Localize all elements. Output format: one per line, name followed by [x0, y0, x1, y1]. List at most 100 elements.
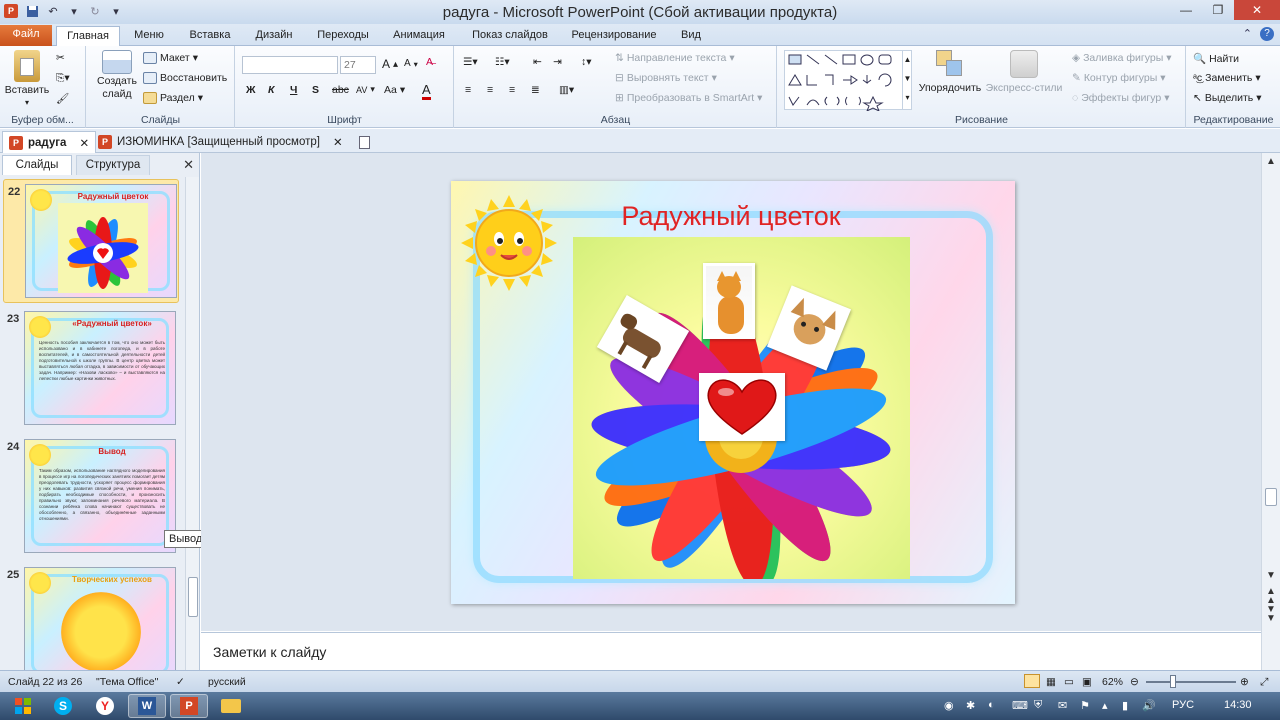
tab-insert[interactable]: Вставка — [182, 26, 238, 46]
slide-thumbnail-23[interactable]: 23 «Радужный цветок» Ценность пособия за… — [3, 307, 179, 431]
sun-image[interactable] — [459, 193, 559, 293]
close-icon[interactable]: ✕ — [1234, 0, 1280, 20]
slide-thumbnail-22[interactable]: 22 Радужный цветок — [3, 179, 179, 303]
italic-button[interactable]: К — [268, 84, 274, 96]
scroll-down-icon[interactable]: ▼ — [1266, 571, 1276, 581]
section-button[interactable]: Раздел ▾ — [143, 92, 203, 104]
align-right-icon[interactable]: ≡ — [509, 84, 515, 96]
zoom-slider[interactable] — [1146, 681, 1236, 683]
previous-slide-icon[interactable]: ▲ ▲ — [1266, 587, 1276, 606]
tab-outline[interactable]: Структура — [76, 155, 150, 175]
grow-font-button[interactable]: A ▴ — [382, 57, 398, 71]
help-icon[interactable]: ? — [1260, 27, 1274, 41]
antivirus-icon[interactable]: ⛨ — [1034, 699, 1042, 712]
shadow-s-button[interactable]: S — [312, 84, 319, 96]
language-indicator[interactable]: русский — [208, 676, 246, 688]
change-case-button[interactable]: Aa ▾ — [384, 84, 405, 96]
tab-design[interactable]: Дизайн — [246, 26, 302, 46]
strikethrough-button[interactable]: abc — [332, 84, 349, 96]
new-slide-button[interactable]: Создать слайд — [95, 50, 139, 100]
taskbar-powerpoint[interactable]: P — [170, 694, 208, 718]
bold-button[interactable]: Ж — [246, 84, 256, 96]
rainbow-flower-image[interactable] — [573, 237, 910, 587]
tab-slideshow[interactable]: Показ слайдов — [464, 26, 556, 46]
volume-icon[interactable]: 🔊 — [1142, 699, 1156, 712]
copy-icon[interactable]: ⎘▾ — [56, 72, 70, 85]
tab-animation[interactable]: Анимация — [386, 26, 452, 46]
start-button[interactable] — [4, 694, 42, 718]
arrange-button[interactable]: Упорядочить — [918, 50, 982, 94]
taskbar-skype[interactable]: S — [44, 694, 82, 718]
taskbar-word[interactable]: W — [128, 694, 166, 718]
slide-thumbnail-24[interactable]: 24 Вывод Таким образом, использование на… — [3, 435, 179, 559]
scroll-up-icon[interactable]: ▲ — [1266, 157, 1276, 167]
action-center-icon[interactable]: ⚑ — [1080, 699, 1090, 712]
shape-fill-button[interactable]: ◈ Заливка фигуры ▾ — [1072, 52, 1172, 64]
find-button[interactable]: 🔍 Найти — [1193, 52, 1239, 66]
char-spacing-button[interactable]: AV ▾ — [356, 84, 375, 95]
align-center-icon[interactable]: ≡ — [487, 84, 493, 96]
shape-effects-button[interactable]: ◌ Эффекты фигур ▾ — [1072, 92, 1170, 104]
tray-mail-icon[interactable]: ✉ — [1058, 699, 1067, 712]
reset-button[interactable]: Восстановить — [143, 72, 227, 84]
close-tab-icon[interactable]: ✕ — [333, 135, 343, 149]
select-button[interactable]: ↖ Выделить ▾ — [1193, 92, 1262, 104]
align-left-icon[interactable]: ≡ — [465, 84, 471, 96]
new-tab-button[interactable] — [352, 131, 376, 153]
cat-photo[interactable] — [703, 263, 755, 339]
slide-sorter-icon[interactable]: ▦ — [1046, 676, 1056, 688]
align-text-button[interactable]: ⊟ Выровнять текст ▾ — [615, 72, 717, 84]
notes-pane[interactable]: Заметки к слайду — [201, 632, 1261, 670]
reading-view-icon[interactable]: ▭ — [1064, 676, 1074, 688]
tray-keyboard-icon[interactable]: ⌨ — [1012, 699, 1028, 712]
layout-button[interactable]: Макет ▾ — [143, 52, 198, 64]
zoom-in-icon[interactable]: ⊕ — [1240, 676, 1249, 688]
replace-button[interactable]: ᵃ͜c Заменить ▾ — [1193, 72, 1261, 84]
increase-indent-icon[interactable]: ⇥ — [553, 56, 562, 68]
smartart-button[interactable]: ⊞ Преобразовать в SmartArt ▾ — [615, 92, 762, 104]
bullets-icon[interactable]: ☰▾ — [463, 56, 478, 68]
zoom-level[interactable]: 62% — [1102, 676, 1123, 688]
font-size-select[interactable]: 27 — [340, 56, 376, 74]
paste-button[interactable]: Вставить ▾ — [4, 50, 50, 107]
slide-scrollbar[interactable]: ▲ ▼ ▲ ▲ ▼ ▼ — [1261, 153, 1280, 670]
tab-menu[interactable]: Меню — [126, 26, 172, 46]
spellcheck-icon[interactable]: ✓ — [176, 676, 185, 688]
taskbar-explorer[interactable] — [212, 694, 250, 718]
cut-icon[interactable]: ✂ — [56, 52, 65, 64]
close-tab-icon[interactable]: ✕ — [79, 136, 89, 150]
clear-format-icon[interactable]: A̶ — [426, 56, 433, 68]
slides-panel-scrollbar[interactable] — [185, 177, 199, 670]
zoom-out-icon[interactable]: ⊖ — [1130, 676, 1139, 688]
decrease-indent-icon[interactable]: ⇤ — [533, 56, 542, 68]
tray-app-icon[interactable]: ◉ — [944, 699, 954, 712]
format-painter-icon[interactable]: 🖌 — [56, 92, 69, 105]
theme-name[interactable]: "Тема Office" — [96, 676, 158, 688]
shapes-scroll[interactable]: ▲ ▼ ▾ — [902, 50, 912, 110]
ribbon-collapse-icon[interactable]: ⌃ — [1243, 27, 1252, 41]
normal-view-icon[interactable] — [1024, 674, 1040, 688]
columns-icon[interactable]: ▥▾ — [559, 84, 574, 96]
tab-view[interactable]: Вид — [674, 26, 708, 46]
show-hidden-icons[interactable]: ▴ — [1102, 699, 1108, 712]
doc-tab-raduga[interactable]: P радуга ✕ — [2, 131, 97, 153]
tab-transitions[interactable]: Переходы — [310, 26, 376, 46]
current-slide[interactable]: Радужный цветок — [451, 181, 1015, 604]
line-spacing-icon[interactable]: ↕▾ — [581, 56, 592, 68]
taskbar-yandex[interactable]: Y — [86, 694, 124, 718]
minimize-icon[interactable]: — — [1170, 0, 1202, 20]
zoom-slider-handle[interactable] — [1170, 675, 1176, 688]
tab-file[interactable]: Файл — [0, 25, 52, 46]
bluetooth-icon[interactable]: ✱ — [966, 699, 975, 712]
doc-tab-izuminka[interactable]: P ИЗЮМИНКА [Защищенный просмотр] ✕ — [92, 131, 349, 153]
restore-icon[interactable]: ❐ — [1202, 0, 1234, 20]
close-panel-icon[interactable]: ✕ — [183, 157, 194, 173]
slideshow-icon[interactable]: ▣ — [1082, 676, 1092, 688]
fit-to-window-icon[interactable]: ⤢ — [1260, 676, 1268, 689]
tab-slides[interactable]: Слайды — [2, 155, 72, 175]
text-direction-button[interactable]: ⇅ Направление текста ▾ — [615, 52, 735, 64]
input-language[interactable]: РУС — [1172, 699, 1194, 711]
shapes-gallery[interactable] — [784, 50, 912, 113]
underline-button[interactable]: Ч — [290, 84, 297, 96]
quick-styles-button[interactable]: Экспресс-стили — [984, 50, 1064, 94]
